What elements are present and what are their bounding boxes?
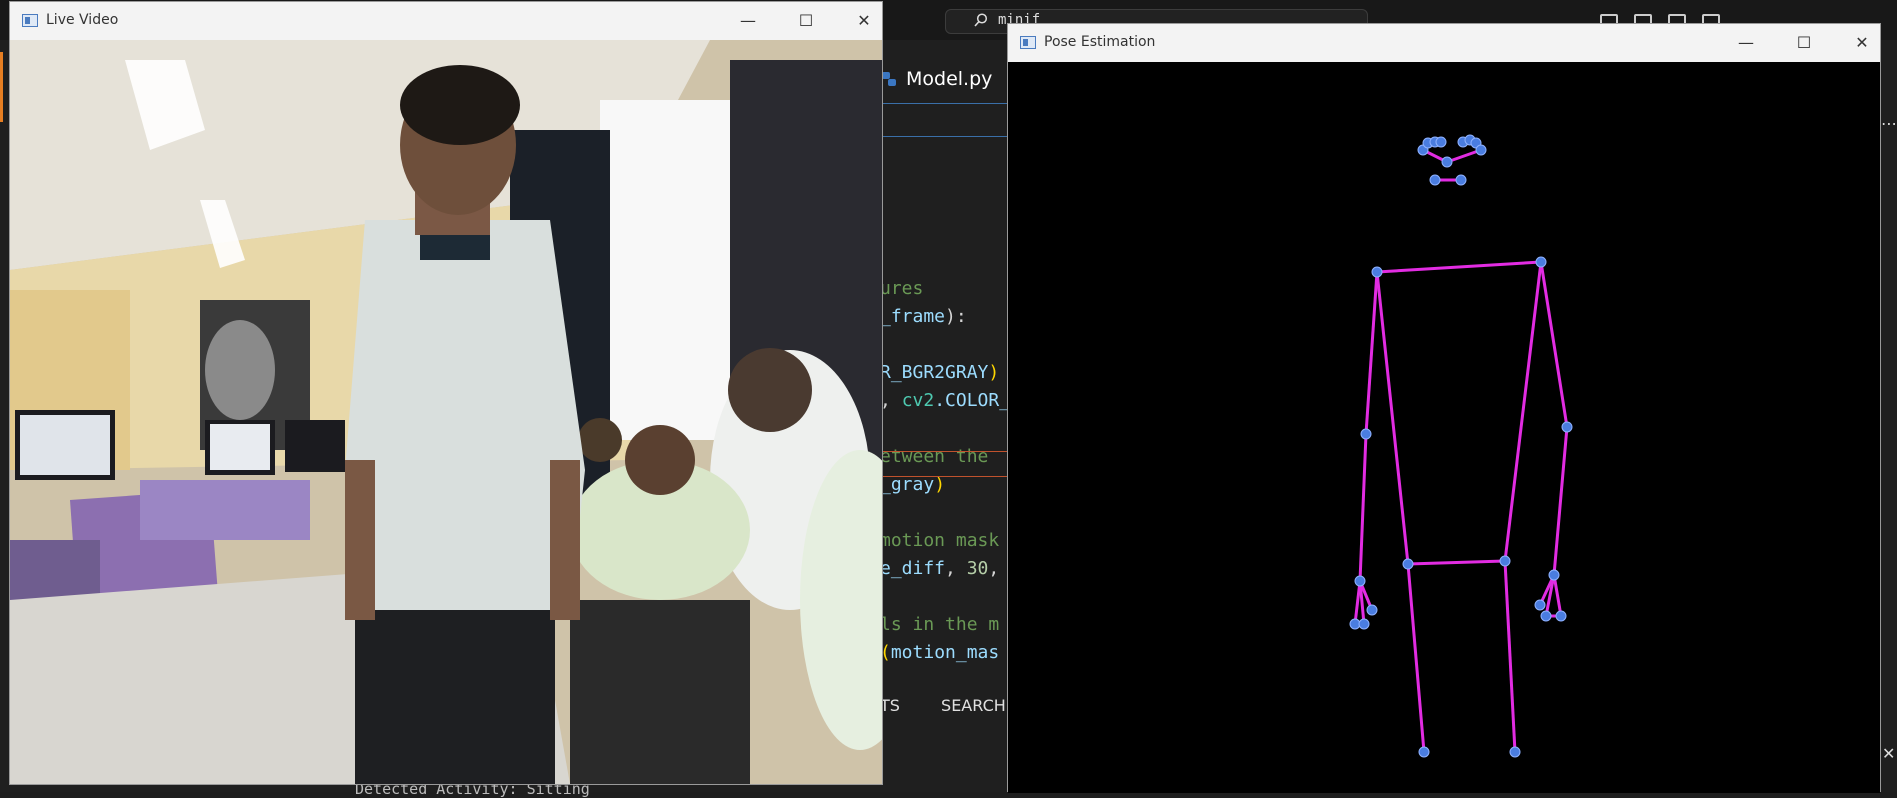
code-token: R_BGR2GRAY <box>880 362 989 383</box>
skeleton-connection <box>1552 426 1569 576</box>
pose-keypoint-rWr <box>1548 569 1560 581</box>
code-token: motion mask <box>880 530 1000 551</box>
code-token: _gray <box>880 474 935 495</box>
pose-keypoint-lHip <box>1402 558 1414 570</box>
pose-keypoint-lEl <box>1360 428 1372 440</box>
skeleton-connection <box>1364 271 1379 435</box>
skeleton-connection <box>1552 574 1563 617</box>
pose-keypoint-rHip <box>1499 555 1511 567</box>
tab-divider <box>880 103 1010 104</box>
code-token: ) <box>988 362 1000 383</box>
code-line: _gray) <box>880 474 945 495</box>
pose-keypoint-lPi2 <box>1358 618 1370 630</box>
breadcrumb-divider <box>880 136 1010 137</box>
pose-estimation-window: Pose Estimation — ☐ ✕ <box>1007 23 1881 793</box>
tab-filename: Model.py <box>906 68 993 90</box>
pose-keypoint-face9 <box>1475 144 1487 156</box>
code-token: ures <box>880 278 924 299</box>
pose-keypoint-face4 <box>1435 136 1447 148</box>
window-app-icon <box>22 14 38 27</box>
maximize-button[interactable]: ☐ <box>784 6 828 36</box>
pose-keypoint-lTh <box>1366 604 1378 616</box>
skeleton-connection <box>1376 260 1542 274</box>
code-token: 30 <box>966 558 989 579</box>
pose-keypoint-rSh <box>1535 256 1547 268</box>
close-button[interactable]: ✕ <box>1840 28 1884 58</box>
pose-keypoint-rPi2 <box>1555 610 1567 622</box>
close-icon[interactable]: ✕ <box>1882 744 1895 763</box>
pose-keypoint-mouthL <box>1429 174 1441 186</box>
code-token: ): <box>945 306 967 327</box>
code-token: e_diff <box>880 558 946 579</box>
search-icon <box>974 13 988 27</box>
pose-estimation-titlebar[interactable]: Pose Estimation — ☐ ✕ <box>1008 24 1880 62</box>
code-token: _frame <box>880 306 946 327</box>
more-actions-icon[interactable]: ⋯ <box>1881 114 1897 133</box>
live-video-window: Live Video — ☐ ✕ <box>9 1 883 785</box>
code-line: , cv2.COLOR_ <box>880 390 1010 411</box>
code-token: , <box>988 558 1000 579</box>
code-token: cv2 <box>901 390 935 411</box>
activity-bar-accent <box>0 52 3 122</box>
window-title: Pose Estimation <box>1044 34 1156 50</box>
code-line: (motion_mas <box>880 642 999 663</box>
pose-keypoint-mouthR <box>1455 174 1467 186</box>
pose-keypoint-lWr <box>1354 575 1366 587</box>
camera-frame-image <box>10 40 882 784</box>
camera-feed <box>10 40 882 784</box>
pose-keypoint-rPi1 <box>1540 610 1552 622</box>
live-video-titlebar[interactable]: Live Video — ☐ ✕ <box>10 2 882 40</box>
skeleton-connection <box>1375 271 1410 565</box>
skeleton-connection <box>1539 261 1569 428</box>
skeleton-connection <box>1503 261 1543 562</box>
code-token: , <box>945 558 967 579</box>
minimize-button[interactable]: — <box>726 6 770 36</box>
code-line: ls in the m <box>880 614 999 635</box>
code-token: motion_mas <box>890 642 1000 663</box>
skeleton-connection <box>1406 563 1426 753</box>
maximize-button[interactable]: ☐ <box>1782 28 1826 58</box>
window-app-icon <box>1020 36 1036 49</box>
editor-tab-model-py[interactable]: Model.py <box>880 62 992 96</box>
pose-keypoint-lKnee <box>1418 746 1430 758</box>
code-token: .COLOR_ <box>934 390 1011 411</box>
pose-skeleton <box>1349 134 1573 758</box>
close-button[interactable]: ✕ <box>842 6 886 36</box>
code-line: _frame): <box>880 306 967 327</box>
skeleton-connection <box>1358 433 1368 582</box>
pose-keypoint-face5 <box>1441 156 1453 168</box>
minimize-button[interactable]: — <box>1724 28 1768 58</box>
skeleton-connection <box>1407 559 1506 566</box>
code-line: R_BGR2GRAY) <box>880 362 999 383</box>
code-line: motion mask <box>880 530 999 551</box>
right-edge-panel: ⋯ ✕ <box>1880 52 1897 792</box>
code-token: ls in the m <box>880 614 1000 635</box>
pose-canvas <box>1008 62 1880 793</box>
code-token: ) <box>934 474 946 495</box>
pose-keypoint-lSh <box>1371 266 1383 278</box>
code-line: e_diff, 30, <box>880 558 999 579</box>
pose-keypoint-rEl <box>1561 421 1573 433</box>
pose-keypoint-rKnee <box>1509 746 1521 758</box>
code-token: , <box>880 390 902 411</box>
pose-keypoint-rTh <box>1534 599 1546 611</box>
code-line: ures <box>880 278 923 299</box>
window-title: Live Video <box>46 12 119 28</box>
current-line-highlight <box>880 451 1010 477</box>
skeleton-connection <box>1503 560 1517 753</box>
